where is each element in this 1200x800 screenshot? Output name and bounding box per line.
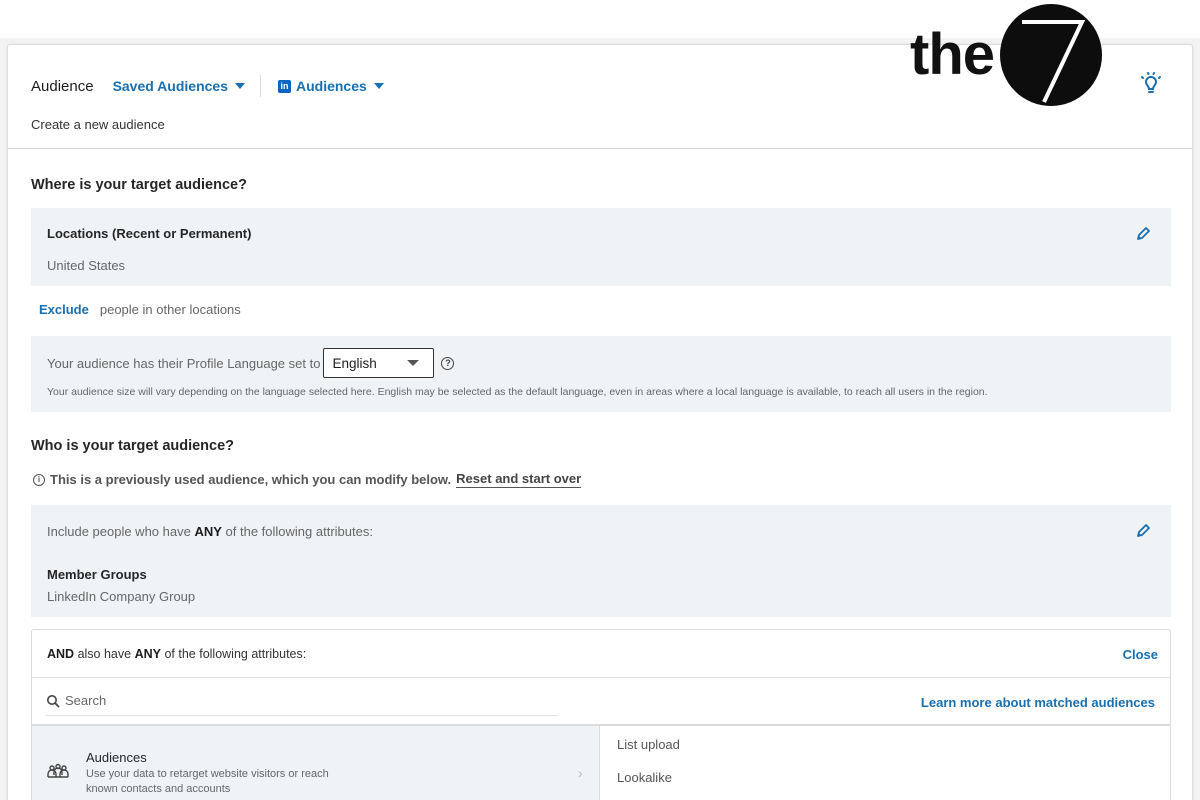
member-groups-label: Member Groups [47,567,147,582]
language-prefix-text: Your audience has their Profile Language… [47,355,321,371]
who-heading: Who is your target audience? [31,438,235,454]
include-text: Include people who have ANY of the follo… [47,524,373,539]
language-select[interactable]: English [323,348,435,378]
caret-down-icon [234,83,245,89]
and-emphasis: AND [47,647,75,661]
exclude-link[interactable]: Exclude [39,302,89,317]
member-groups-value: LinkedIn Company Group [47,589,196,604]
caret-down-icon [373,83,384,89]
caret-down-icon [407,360,420,366]
search-row: Learn more about matched audiences [32,678,1170,726]
create-new-audience-text: Create a new audience [31,117,165,132]
locations-value: United States [47,258,126,273]
include-attributes-panel: Include people who have ANY of the follo… [31,505,1171,617]
header-divider [259,75,261,97]
subcategory-list-upload[interactable]: List upload [617,737,680,752]
and-text-end: of the following attributes: [164,647,307,661]
brand-text: the [910,22,995,87]
language-selected-value: English [332,355,377,371]
and-attributes-text: AND also have ANY of the following attri… [47,647,306,661]
learn-more-matched-audiences-link[interactable]: Learn more about matched audiences [921,695,1155,710]
locations-label: Locations (Recent or Permanent) [47,226,252,241]
search-input[interactable] [65,693,545,708]
and-attributes-header: AND also have ANY of the following attri… [32,630,1170,678]
language-note: Your audience size will vary depending o… [47,386,988,398]
any-emphasis: ANY [134,647,161,661]
linkedin-audiences-dropdown[interactable]: in Audiences [277,78,384,94]
saved-audiences-label: Saved Audiences [112,78,228,94]
include-suffix: of the following attributes: [225,524,373,539]
and-text-mid: also have [77,647,132,661]
where-heading: Where is your target audience? [31,177,247,193]
seven-glyph-icon [1022,20,1086,103]
audience-title: Audience [31,77,94,95]
info-icon: i [33,473,45,486]
reset-and-start-over-link[interactable]: Reset and start over [456,471,582,488]
brand-seven-logo [1000,4,1102,106]
search-icon [47,694,60,707]
linkedin-audiences-label: Audiences [295,78,367,94]
include-prefix: Include people who have [47,524,191,539]
chevron-right-icon: › [578,765,583,781]
and-attributes-box: AND also have ANY of the following attri… [31,629,1171,800]
audience-card: Audience Saved Audiences in Audiences Cr… [7,44,1193,800]
header-row: Audience Saved Audiences in Audiences [31,75,384,97]
category-title: Audiences [86,750,147,765]
previous-audience-notice: i This is a previously used audience, wh… [33,471,582,488]
lightbulb-icon[interactable] [1140,71,1162,97]
search-field[interactable] [46,686,558,716]
exclude-row: Exclude people in other locations [39,302,241,317]
locations-panel: Locations (Recent or Permanent) United S… [31,208,1171,286]
brand-watermark: the [910,4,1102,106]
close-button[interactable]: Close [1123,647,1158,662]
linkedin-icon: in [277,79,291,93]
help-question-icon[interactable]: ? [441,356,455,370]
people-group-icon [47,763,69,778]
edit-attributes-pencil-icon[interactable] [1135,523,1151,539]
previous-audience-text: This is a previously used audience, whic… [50,472,452,487]
category-description: Use your data to retarget website visito… [86,768,329,795]
edit-locations-pencil-icon[interactable] [1135,226,1151,242]
category-audiences[interactable]: Audiences Use your data to retarget webs… [32,726,600,800]
include-any-emphasis: ANY [194,524,222,539]
saved-audiences-dropdown[interactable]: Saved Audiences [113,78,245,94]
subcategory-lookalike[interactable]: Lookalike [617,770,672,785]
exclude-text: people in other locations [99,302,241,317]
profile-language-panel: Your audience has their Profile Language… [31,336,1171,412]
language-row: Your audience has their Profile Language… [47,348,455,378]
